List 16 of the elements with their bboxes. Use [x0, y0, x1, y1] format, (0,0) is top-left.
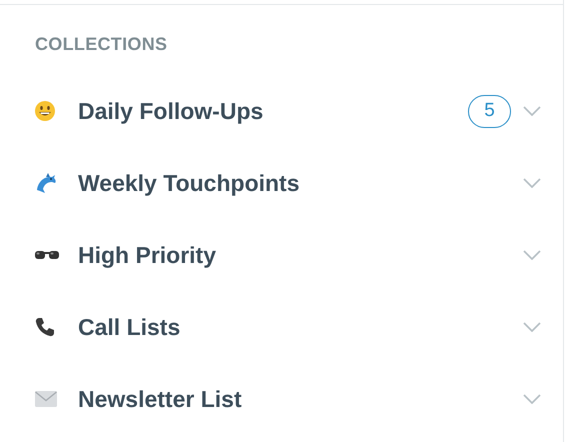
chevron-down-icon[interactable] [523, 178, 541, 188]
collection-item[interactable]: Daily Follow-Ups [78, 94, 264, 128]
phone-icon [34, 316, 56, 338]
chevron-down-icon[interactable] [523, 250, 541, 260]
collection-item[interactable]: Newsletter List [78, 382, 242, 416]
collection-item[interactable]: Weekly Touchpoints [78, 166, 300, 200]
chevron-down-icon[interactable] [523, 106, 541, 116]
chevron-down-icon[interactable] [523, 394, 541, 404]
section-heading: COLLECTIONS [35, 33, 168, 56]
smiley-icon [34, 100, 56, 122]
count-badge: 5 [468, 94, 511, 128]
collection-item[interactable]: High Priority [78, 238, 216, 272]
chevron-down-icon[interactable] [523, 322, 541, 332]
glasses-icon [34, 249, 60, 261]
envelope-icon [34, 390, 58, 408]
collection-item[interactable]: Call Lists [78, 310, 180, 344]
